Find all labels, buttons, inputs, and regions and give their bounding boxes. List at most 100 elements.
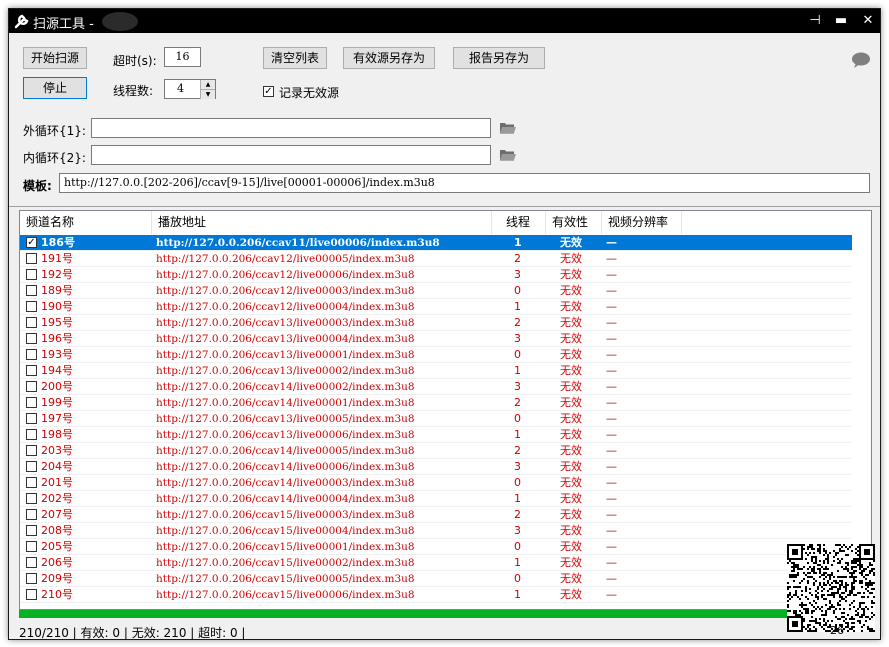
- table-row[interactable]: 195号 http://127.0.0.206/ccav13/live00003/…: [20, 315, 852, 331]
- resolution-value: —: [606, 316, 617, 329]
- start-scan-button[interactable]: 开始扫源: [23, 47, 87, 69]
- thread-index: 1: [514, 236, 522, 249]
- table-row[interactable]: 208号 http://127.0.0.206/ccav15/live00004/…: [20, 523, 852, 539]
- row-checkbox[interactable]: [26, 397, 37, 408]
- clear-list-button[interactable]: 清空列表: [263, 47, 327, 69]
- threads-stepper[interactable]: 4 ▲ ▼: [164, 79, 216, 99]
- column-header-url[interactable]: 播放地址: [152, 211, 492, 234]
- row-checkbox[interactable]: [26, 349, 37, 360]
- spin-down-icon[interactable]: ▼: [200, 89, 215, 99]
- channel-name: 209号: [41, 572, 73, 585]
- resolution-value: —: [606, 588, 617, 601]
- table-row[interactable]: 191号 http://127.0.0.206/ccav12/live00005/…: [20, 251, 852, 267]
- channel-name: 195号: [41, 316, 73, 329]
- minimize-button[interactable]: ▬: [830, 11, 852, 31]
- validity-status: 无效: [560, 492, 582, 505]
- row-checkbox[interactable]: [26, 525, 37, 536]
- validity-status: 无效: [560, 444, 582, 457]
- wrench-icon: [14, 14, 29, 29]
- row-checkbox[interactable]: [26, 333, 37, 344]
- table-row[interactable]: 207号 http://127.0.0.206/ccav15/live00003/…: [20, 507, 852, 523]
- record-invalid-label: 记录无效源: [279, 86, 340, 100]
- table-row[interactable]: 200号 http://127.0.0.206/ccav14/live00002/…: [20, 379, 852, 395]
- row-checkbox[interactable]: [26, 509, 37, 520]
- thread-index: 0: [514, 572, 521, 585]
- table-row[interactable]: 210号 http://127.0.0.206/ccav15/live00006/…: [20, 587, 852, 603]
- row-checkbox[interactable]: [26, 365, 37, 376]
- table-row[interactable]: 199号 http://127.0.0.206/ccav14/live00001/…: [20, 395, 852, 411]
- status-corner-text: 26: [830, 624, 844, 637]
- inner-loop-input[interactable]: [91, 145, 491, 165]
- validity-status: 无效: [560, 284, 582, 297]
- chat-bubble-icon[interactable]: [851, 51, 871, 69]
- resolution-value: —: [606, 332, 617, 345]
- channel-name: 191号: [41, 252, 73, 265]
- close-button[interactable]: ✕: [857, 11, 879, 31]
- row-checkbox[interactable]: [26, 445, 37, 456]
- title-bar[interactable]: 扫源工具 - ⊣ ▬ ✕: [9, 9, 880, 33]
- row-checkbox[interactable]: [26, 589, 37, 600]
- column-header-thread[interactable]: 线程: [492, 211, 546, 234]
- validity-status: 无效: [560, 348, 582, 361]
- table-row[interactable]: 190号 http://127.0.0.206/ccav12/live00004/…: [20, 299, 852, 315]
- table-row[interactable]: 202号 http://127.0.0.206/ccav14/live00004/…: [20, 491, 852, 507]
- table-row[interactable]: 205号 http://127.0.0.206/ccav15/live00001/…: [20, 539, 852, 555]
- outer-loop-input[interactable]: [91, 118, 491, 138]
- column-header-name[interactable]: 频道名称: [20, 211, 152, 234]
- template-input[interactable]: http://127.0.0.[202-206]/ccav[9-15]/live…: [59, 173, 870, 193]
- table-row[interactable]: 192号 http://127.0.0.206/ccav12/live00006/…: [20, 267, 852, 283]
- stop-button[interactable]: 停止: [23, 77, 87, 99]
- folder-open-icon[interactable]: [500, 122, 516, 134]
- play-url: http://127.0.0.206/ccav12/live00004/inde…: [156, 301, 415, 313]
- row-checkbox[interactable]: [26, 461, 37, 472]
- save-report-button[interactable]: 报告另存为: [453, 47, 545, 69]
- row-checkbox[interactable]: [26, 573, 37, 584]
- row-checkbox[interactable]: [26, 253, 37, 264]
- table-row[interactable]: 204号 http://127.0.0.206/ccav14/live00006/…: [20, 459, 852, 475]
- row-checkbox[interactable]: [26, 269, 37, 280]
- row-checkbox[interactable]: [26, 493, 37, 504]
- table-row[interactable]: 189号 http://127.0.0.206/ccav12/live00003/…: [20, 283, 852, 299]
- row-checkbox[interactable]: ✓: [26, 237, 37, 248]
- play-url: http://127.0.0.206/ccav13/live00006/inde…: [156, 429, 415, 441]
- save-valid-button[interactable]: 有效源另存为: [343, 47, 435, 69]
- record-invalid-checkbox[interactable]: ✓: [263, 86, 274, 97]
- resolution-value: —: [606, 348, 617, 361]
- table-row[interactable]: 201号 http://127.0.0.206/ccav14/live00003/…: [20, 475, 852, 491]
- row-checkbox[interactable]: [26, 285, 37, 296]
- play-url: http://127.0.0.206/ccav15/live00004/inde…: [156, 525, 415, 537]
- validity-status: 无效: [560, 364, 582, 377]
- row-checkbox[interactable]: [26, 301, 37, 312]
- row-checkbox[interactable]: [26, 381, 37, 392]
- folder-open-icon[interactable]: [500, 149, 516, 161]
- channel-list[interactable]: 频道名称 播放地址 线程 有效性 视频分辨率 ✓ 186号 http://127.0…: [19, 210, 872, 610]
- table-row[interactable]: 206号 http://127.0.0.206/ccav15/live00002/…: [20, 555, 852, 571]
- row-checkbox[interactable]: [26, 429, 37, 440]
- column-header-resolution[interactable]: 视频分辨率: [602, 211, 682, 234]
- timeout-input[interactable]: 16: [164, 47, 201, 67]
- row-checkbox[interactable]: [26, 413, 37, 424]
- threads-label: 线程数:: [113, 84, 154, 98]
- table-row[interactable]: 193号 http://127.0.0.206/ccav13/live00001/…: [20, 347, 852, 363]
- table-row[interactable]: 196号 http://127.0.0.206/ccav13/live00004/…: [20, 331, 852, 347]
- table-row[interactable]: 194号 http://127.0.0.206/ccav13/live00002/…: [20, 363, 852, 379]
- table-row[interactable]: 197号 http://127.0.0.206/ccav13/live00005/…: [20, 411, 852, 427]
- column-header-validity[interactable]: 有效性: [546, 211, 602, 234]
- resolution-value: —: [606, 412, 617, 425]
- validity-status: 无效: [560, 316, 582, 329]
- thread-index: 1: [514, 588, 521, 601]
- table-row[interactable]: 209号 http://127.0.0.206/ccav15/live00005/…: [20, 571, 852, 587]
- row-checkbox[interactable]: [26, 317, 37, 328]
- pin-button[interactable]: ⊣: [804, 11, 826, 31]
- channel-name: 208号: [41, 524, 73, 537]
- validity-status: 无效: [560, 476, 582, 489]
- table-row[interactable]: 203号 http://127.0.0.206/ccav14/live00005/…: [20, 443, 852, 459]
- table-row[interactable]: ✓ 186号 http://127.0.0.206/ccav11/live00006…: [20, 235, 852, 251]
- channel-name: 197号: [41, 412, 73, 425]
- row-checkbox[interactable]: [26, 557, 37, 568]
- channel-name: 199号: [41, 396, 73, 409]
- table-row[interactable]: 198号 http://127.0.0.206/ccav13/live00006/…: [20, 427, 852, 443]
- row-checkbox[interactable]: [26, 541, 37, 552]
- row-checkbox[interactable]: [26, 477, 37, 488]
- spin-up-icon[interactable]: ▲: [200, 80, 215, 89]
